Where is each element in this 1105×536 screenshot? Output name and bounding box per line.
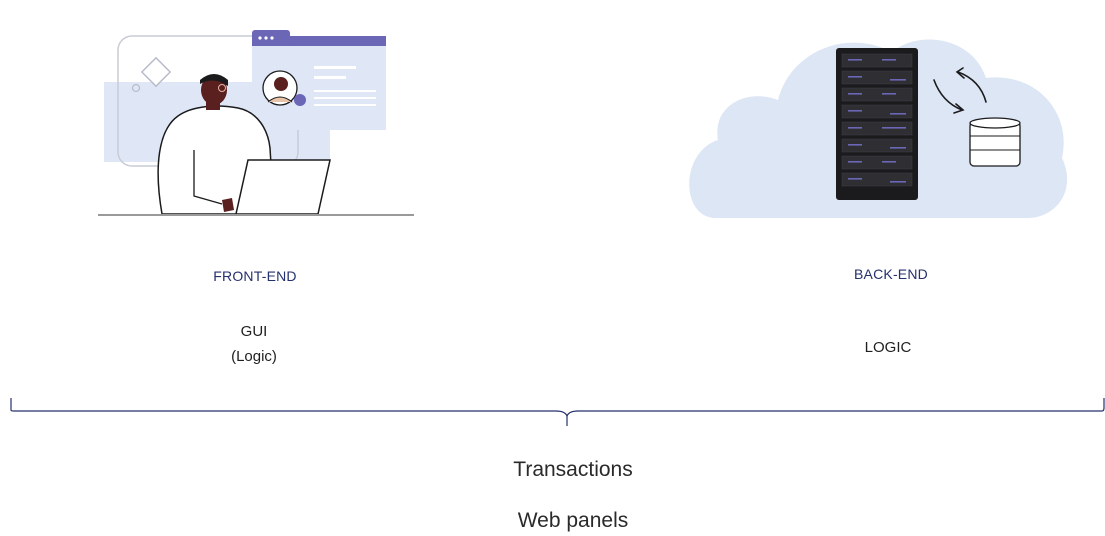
front-end-line-gui: GUI — [240, 323, 268, 340]
front-end-heading: FRONT-END — [213, 268, 297, 284]
back-end-illustration — [689, 39, 1068, 219]
grouping-brace — [10, 398, 1105, 426]
footer-item-web-panels: Web panels — [517, 509, 629, 532]
front-end-line-logic: (Logic) — [231, 348, 277, 365]
footer-item-transactions: Transactions — [513, 458, 633, 481]
back-end-heading: BACK-END — [854, 266, 928, 282]
database-icon — [969, 117, 1021, 167]
table-line — [98, 214, 414, 216]
diamond-icon — [140, 56, 172, 88]
status-dot-icon — [294, 94, 306, 106]
laptop-icon — [235, 159, 331, 215]
front-end-illustration — [98, 30, 414, 216]
back-end-line-logic: LOGIC — [864, 339, 912, 356]
